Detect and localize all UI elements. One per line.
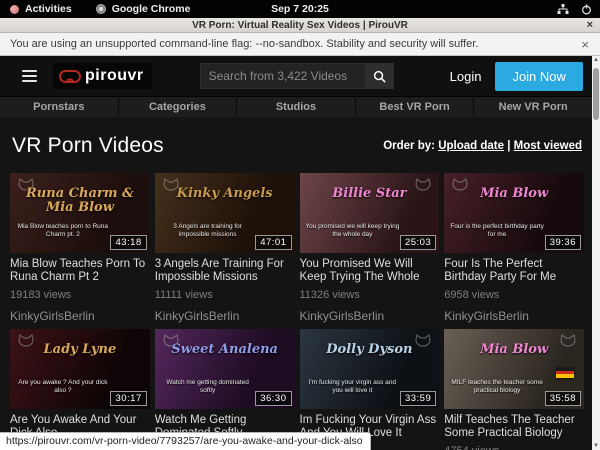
- video-title[interactable]: Milf Teaches The Teacher Some Practical …: [444, 414, 584, 440]
- thumbnail-caption: MILF teaches the teacher some practical …: [444, 379, 550, 395]
- warning-close-icon[interactable]: ×: [581, 37, 589, 52]
- site-header: pirouvr Login Join Now: [0, 56, 592, 96]
- duration-badge: 35:58: [545, 391, 581, 406]
- thumbnail-overlay-title: Kinky Angels: [155, 187, 295, 201]
- nav-best-vr-porn[interactable]: Best VR Porn: [356, 97, 475, 117]
- duration-badge: 43:18: [110, 235, 146, 250]
- video-title[interactable]: Mia Blow Teaches Porn To Runa Charm Pt 2: [10, 258, 150, 284]
- logo-text: pirouvr: [85, 67, 144, 85]
- join-now-button[interactable]: Join Now: [495, 62, 582, 91]
- web-page: pirouvr Login Join Now Pornstars Categor…: [0, 56, 592, 450]
- video-thumbnail[interactable]: Lady Lyne Are you awake ? And your dick …: [10, 329, 150, 409]
- video-thumbnail[interactable]: Runa Charm & Mia Blow Mia Blow teaches p…: [10, 173, 150, 253]
- login-link[interactable]: Login: [450, 69, 482, 84]
- video-grid: Runa Charm & Mia Blow Mia Blow teaches p…: [0, 173, 592, 450]
- video-thumbnail[interactable]: Kinky Angels 3 Angels are training for i…: [155, 173, 295, 253]
- search-button[interactable]: [366, 63, 394, 89]
- sort-upload-date-link[interactable]: Upload date: [438, 140, 504, 152]
- video-card[interactable]: Billie Star You promised we will keep tr…: [300, 173, 440, 323]
- power-icon[interactable]: [581, 4, 592, 15]
- page-title: VR Porn Videos: [12, 134, 164, 158]
- thumbnail-overlay-title: Dolly Dyson: [300, 343, 440, 357]
- site-logo[interactable]: pirouvr: [53, 63, 152, 89]
- menu-hamburger-icon[interactable]: [22, 70, 37, 82]
- thumbnail-caption: Are you awake ? And your dick also ?: [10, 379, 116, 395]
- studio-link[interactable]: KinkyGirlsBerlin: [444, 309, 584, 323]
- thumbnail-overlay-title: Billie Star: [300, 187, 440, 201]
- nav-pornstars[interactable]: Pornstars: [0, 97, 119, 117]
- video-thumbnail[interactable]: Sweet Analena Watch me getting dominated…: [155, 329, 295, 409]
- view-count: 11326 views: [300, 289, 440, 301]
- duration-badge: 30:17: [110, 391, 146, 406]
- video-card[interactable]: Mia Blow MILF teaches the teacher some p…: [444, 329, 584, 450]
- thumbnail-overlay-title: Runa Charm & Mia Blow: [10, 187, 150, 215]
- thumbnail-overlay-title: Mia Blow: [444, 343, 584, 357]
- vr-goggles-icon: [59, 70, 81, 83]
- thumbnail-caption: Mia Blow teaches porn to Runa Charm pt. …: [10, 223, 116, 239]
- thumbnail-overlay-title: Lady Lyne: [10, 343, 150, 357]
- nav-studios[interactable]: Studios: [237, 97, 356, 117]
- video-title[interactable]: You Promised We Will Keep Trying The Who…: [300, 258, 440, 284]
- scroll-down-arrow-icon[interactable]: ▼: [592, 443, 600, 449]
- window-close-button[interactable]: ×: [587, 19, 593, 31]
- search-input[interactable]: [200, 63, 366, 89]
- duration-badge: 33:59: [400, 391, 436, 406]
- scrollbar-thumb[interactable]: [593, 68, 599, 120]
- thumbnail-caption: 3 Angels are training for impossible mis…: [155, 223, 261, 239]
- sandbox-warning-bar: You are using an unsupported command-lin…: [0, 33, 600, 56]
- window-title: VR Porn: Virtual Reality Sex Videos | Pi…: [192, 20, 408, 31]
- studio-link[interactable]: KinkyGirlsBerlin: [155, 309, 295, 323]
- video-title[interactable]: 3 Angels Are Training For Impossible Mis…: [155, 258, 295, 284]
- video-thumbnail[interactable]: Dolly Dyson I'm fucking your virgin ass …: [300, 329, 440, 409]
- video-thumbnail[interactable]: Mia Blow Four is the perfect birthday pa…: [444, 173, 584, 253]
- view-count: 6958 views: [444, 289, 584, 301]
- view-count: 4754 views: [444, 445, 584, 450]
- sort-most-viewed-link[interactable]: Most viewed: [514, 140, 582, 152]
- scroll-up-arrow-icon[interactable]: ▲: [592, 57, 600, 63]
- network-icon[interactable]: [557, 4, 569, 15]
- video-card[interactable]: Kinky Angels 3 Angels are training for i…: [155, 173, 295, 323]
- video-thumbnail[interactable]: Billie Star You promised we will keep tr…: [300, 173, 440, 253]
- thumbnail-overlay-title: Sweet Analena: [155, 343, 295, 357]
- thumbnail-caption: You promised we will keep trying the who…: [300, 223, 406, 239]
- duration-badge: 36:30: [255, 391, 291, 406]
- search-icon: [373, 70, 386, 83]
- window-titlebar: VR Porn: Virtual Reality Sex Videos | Pi…: [0, 18, 600, 33]
- duration-badge: 25:03: [400, 235, 436, 250]
- order-by-label: Order by:: [383, 140, 435, 152]
- video-title[interactable]: Four Is The Perfect Birthday Party For M…: [444, 258, 584, 284]
- sort-controls: Order by: Upload date | Most viewed: [383, 140, 582, 152]
- video-card[interactable]: Runa Charm & Mia Blow Mia Blow teaches p…: [10, 173, 150, 323]
- duration-badge: 47:01: [255, 235, 291, 250]
- thumbnail-caption: Watch me getting dominated softly: [155, 379, 261, 395]
- system-top-bar: Activities Google Chrome Sep 7 20:25: [0, 0, 600, 18]
- studio-link[interactable]: KinkyGirlsBerlin: [300, 309, 440, 323]
- thumbnail-caption: I'm fucking your virgin ass and you will…: [300, 379, 406, 395]
- clock[interactable]: Sep 7 20:25: [0, 3, 600, 15]
- video-thumbnail[interactable]: Mia Blow MILF teaches the teacher some p…: [444, 329, 584, 409]
- thumbnail-caption: Four is the perfect birthday party for m…: [444, 223, 550, 239]
- thumbnail-overlay-title: Mia Blow: [444, 187, 584, 201]
- main-nav: Pornstars Categories Studios Best VR Por…: [0, 96, 592, 117]
- nav-new-vr-porn[interactable]: New VR Porn: [474, 97, 592, 117]
- warning-message: You are using an unsupported command-lin…: [10, 38, 478, 50]
- view-count: 19183 views: [10, 289, 150, 301]
- video-card[interactable]: Mia Blow Four is the perfect birthday pa…: [444, 173, 584, 323]
- duration-badge: 39:36: [545, 235, 581, 250]
- scrollbar[interactable]: ▲ ▼: [592, 56, 600, 450]
- view-count: 11111 views: [155, 289, 295, 301]
- german-flag-icon: [556, 367, 574, 378]
- studio-link[interactable]: KinkyGirlsBerlin: [10, 309, 150, 323]
- status-url-tooltip: https://pirouvr.com/vr-porn-video/779325…: [0, 432, 371, 450]
- nav-categories[interactable]: Categories: [119, 97, 238, 117]
